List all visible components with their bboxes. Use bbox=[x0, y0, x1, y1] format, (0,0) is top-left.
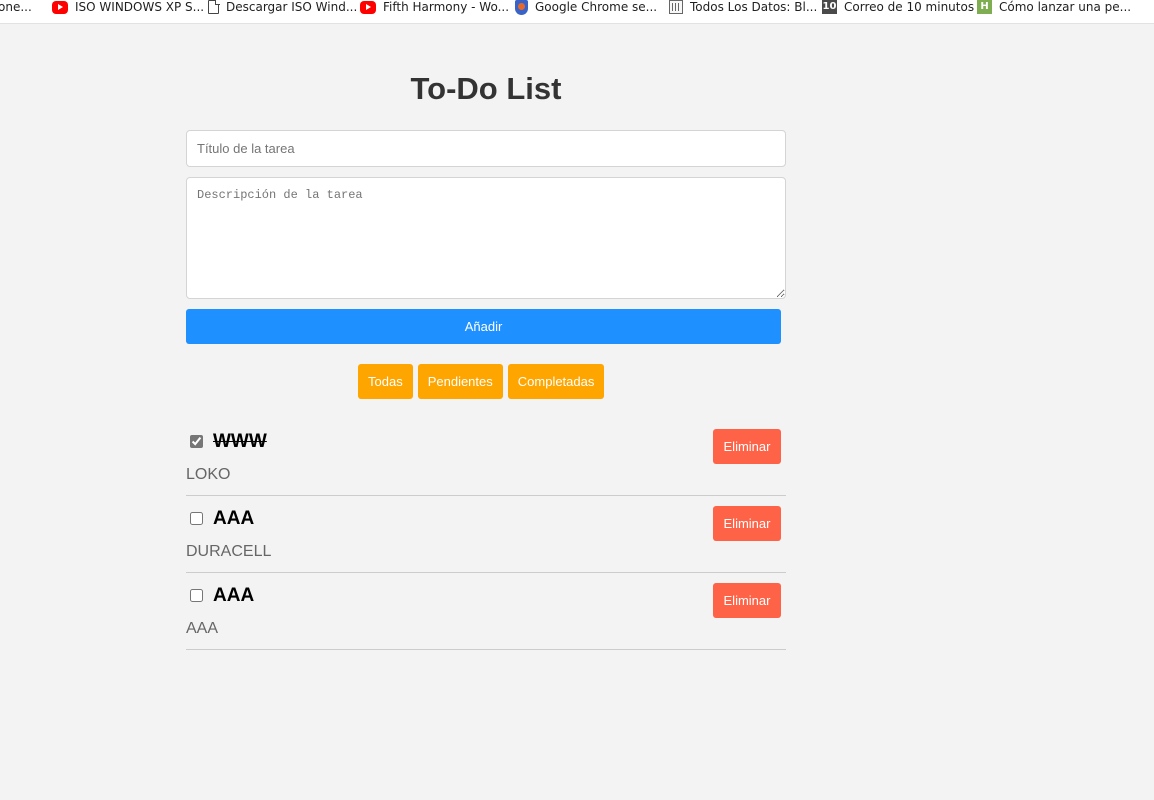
task-title: WWW bbox=[213, 431, 267, 452]
page-title: To-Do List bbox=[410, 71, 562, 106]
task-title: AAA bbox=[213, 585, 255, 606]
grid-icon bbox=[669, 0, 683, 14]
bookmark-label: Descargar ISO Wind... bbox=[226, 0, 358, 14]
task-item: AAA AAA Eliminar bbox=[186, 573, 786, 650]
bookmark-label: Cómo lanzar una pe... bbox=[999, 0, 1132, 14]
task-complete-checkbox[interactable] bbox=[190, 589, 203, 602]
task-description: LOKO bbox=[186, 466, 231, 483]
h-icon: H bbox=[977, 0, 992, 14]
task-title-input[interactable] bbox=[186, 130, 786, 167]
bookmark-item[interactable]: Todos Los Datos: Bl... bbox=[669, 0, 817, 17]
task-complete-checkbox[interactable] bbox=[190, 512, 203, 525]
task-item: WWW LOKO Eliminar bbox=[186, 419, 786, 496]
bookmark-label: Todos Los Datos: Bl... bbox=[690, 0, 818, 14]
task-list: WWW LOKO Eliminar AAA DURACELL Eliminar … bbox=[186, 419, 786, 650]
delete-task-button[interactable]: Eliminar bbox=[713, 583, 781, 618]
filter-completed-button[interactable]: Completadas bbox=[507, 364, 605, 399]
delete-task-button[interactable]: Eliminar bbox=[713, 429, 781, 464]
filter-all-button[interactable]: Todas bbox=[358, 364, 413, 399]
bookmark-label: Correo de 10 minutos bbox=[844, 0, 975, 14]
ten-minute-mail-icon: 10 bbox=[822, 0, 837, 14]
youtube-icon bbox=[52, 0, 68, 14]
bookmark-item[interactable]: Fifth Harmony - Wo... bbox=[360, 0, 509, 17]
filter-pending-button[interactable]: Pendientes bbox=[417, 364, 503, 399]
bookmarks-bar: one... ISO WINDOWS XP S... Descargar ISO… bbox=[0, 0, 1154, 24]
filter-bar: Todas Pendientes Completadas bbox=[358, 364, 605, 399]
bookmark-item[interactable]: 10 Correo de 10 minutos bbox=[822, 0, 974, 17]
shield-icon bbox=[515, 0, 528, 15]
bookmark-label: one... bbox=[0, 0, 32, 14]
bookmark-label: ISO WINDOWS XP S... bbox=[75, 0, 205, 14]
add-task-button[interactable]: Añadir bbox=[186, 309, 781, 344]
delete-task-button[interactable]: Eliminar bbox=[713, 506, 781, 541]
doc-icon bbox=[208, 0, 220, 14]
task-title: AAA bbox=[213, 508, 255, 529]
task-complete-checkbox[interactable] bbox=[190, 435, 203, 448]
bookmark-item[interactable]: ISO WINDOWS XP S... bbox=[52, 0, 204, 17]
bookmark-label: Fifth Harmony - Wo... bbox=[383, 0, 510, 14]
bookmark-item[interactable]: Google Chrome se... bbox=[515, 0, 657, 17]
task-description: AAA bbox=[186, 620, 219, 637]
bookmark-label: Google Chrome se... bbox=[535, 0, 658, 14]
task-item: AAA DURACELL Eliminar bbox=[186, 496, 786, 573]
task-description: DURACELL bbox=[186, 543, 272, 560]
task-description-input[interactable] bbox=[186, 177, 786, 299]
youtube-icon bbox=[360, 0, 376, 14]
bookmark-item[interactable]: one... bbox=[0, 0, 32, 17]
bookmark-item[interactable]: Descargar ISO Wind... bbox=[208, 0, 357, 17]
bookmark-item[interactable]: H Cómo lanzar una pe... bbox=[977, 0, 1131, 17]
